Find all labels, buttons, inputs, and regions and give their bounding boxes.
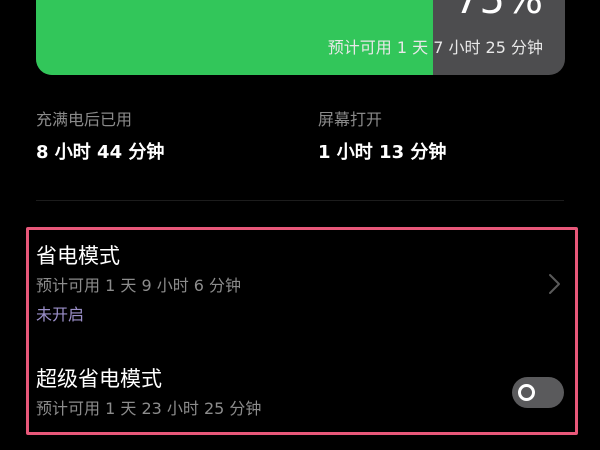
power-saving-mode-estimate: 预计可用 1 天 9 小时 6 分钟 xyxy=(36,276,242,295)
super-power-saving-mode-estimate: 预计可用 1 天 23 小时 25 分钟 xyxy=(36,399,262,418)
since-full-charge-label: 充满电后已用 xyxy=(36,110,133,129)
screen-on-stat: 屏幕打开 1 小时 13 分钟 xyxy=(318,110,558,164)
battery-level-card: 75% 预计可用 1 天 7 小时 25 分钟 xyxy=(36,0,565,75)
power-saving-mode-title: 省电模式 xyxy=(36,244,120,268)
super-power-saving-mode-title: 超级省电模式 xyxy=(36,367,162,391)
super-power-saving-mode-row: 超级省电模式 预计可用 1 天 23 小时 25 分钟 xyxy=(36,365,564,425)
screen-on-label: 屏幕打开 xyxy=(318,110,383,129)
toggle-knob xyxy=(518,384,535,401)
battery-estimate: 预计可用 1 天 7 小时 25 分钟 xyxy=(327,38,543,57)
screen-on-value: 1 小时 13 分钟 xyxy=(318,142,447,163)
power-saving-mode-row[interactable]: 省电模式 预计可用 1 天 9 小时 6 分钟 未开启 xyxy=(36,242,564,334)
super-power-saving-toggle[interactable] xyxy=(512,377,564,408)
since-full-charge-stat: 充满电后已用 8 小时 44 分钟 xyxy=(36,110,276,164)
since-full-charge-value: 8 小时 44 分钟 xyxy=(36,142,165,163)
battery-percent: 75% xyxy=(454,0,543,23)
chevron-right-icon xyxy=(549,274,560,294)
power-saving-mode-status: 未开启 xyxy=(36,305,85,324)
section-divider xyxy=(36,200,564,201)
